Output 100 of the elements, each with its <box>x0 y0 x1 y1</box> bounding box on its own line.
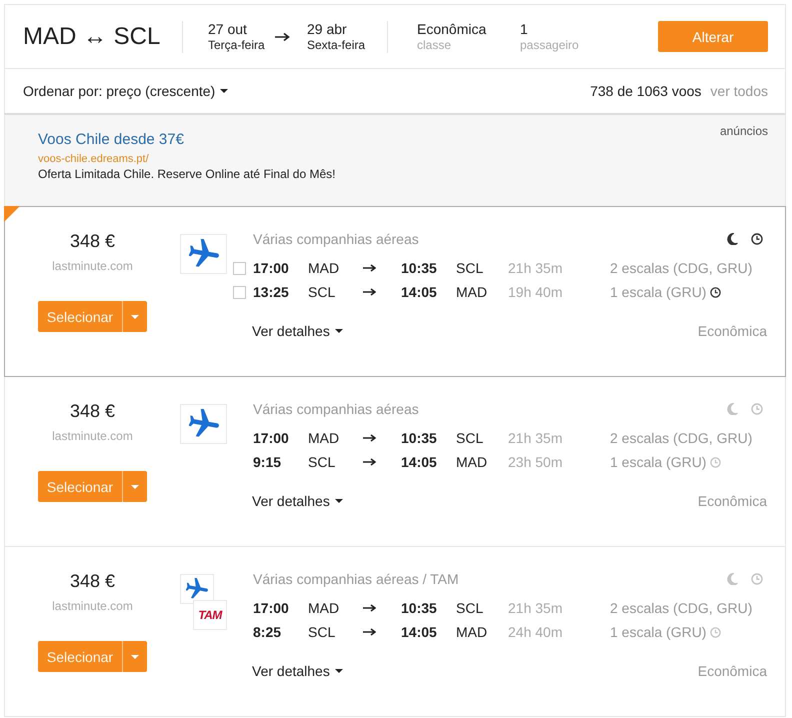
moon-icon <box>726 403 738 415</box>
origin-code: SCL <box>308 283 336 302</box>
flight-duration: 21h 35m <box>508 599 564 618</box>
show-all-link[interactable]: ver todos <box>710 83 768 99</box>
airplane-icon <box>180 404 227 444</box>
arrival-time: 10:35 <box>401 599 438 618</box>
arrow-icon <box>275 32 291 42</box>
arrow-icon <box>363 458 377 466</box>
flight-duration: 23h 50m <box>508 453 564 472</box>
airplane-icon <box>180 574 214 604</box>
departure-time: 17:00 <box>253 429 290 448</box>
arrival-time: 14:05 <box>401 623 438 642</box>
return-weekday: Sexta-feira <box>307 38 366 52</box>
cabin-class: Econômica <box>698 493 767 509</box>
origin-code: SCL <box>308 453 336 472</box>
departure-weekday: Terça-feira <box>208 38 266 52</box>
stops-info: 2 escalas (CDG, GRU) <box>610 599 752 618</box>
departure-time: 8:25 <box>253 623 282 642</box>
caret-icon <box>334 329 343 333</box>
destination-code: MAD <box>456 453 488 472</box>
destination-code: MAD <box>456 283 488 302</box>
arrow-icon <box>363 288 377 296</box>
caret-icon <box>131 314 139 318</box>
clock-icon <box>751 233 763 245</box>
provider-name: lastminute.com <box>52 428 133 444</box>
route-title: MAD ↔ SCL <box>23 22 162 50</box>
airline-name: Várias companhias aéreas / TAM <box>253 570 460 588</box>
caret-icon <box>131 654 139 658</box>
clock-icon <box>751 573 763 585</box>
passenger-label: passageiro <box>520 38 579 52</box>
details-link[interactable]: Ver detalhes <box>252 492 343 510</box>
passenger-count: 1 <box>520 20 529 38</box>
options-button[interactable] <box>123 301 147 332</box>
change-search-button[interactable]: Alterar <box>658 21 768 52</box>
departure-time: 13:25 <box>253 283 290 302</box>
stops-info: 2 escalas (CDG, GRU) <box>610 429 752 448</box>
leg-checkbox[interactable] <box>233 286 246 298</box>
price: 348 € <box>70 571 116 591</box>
clock-icon <box>751 403 763 415</box>
flight-count: 738 de 1063 voos <box>590 83 702 99</box>
ad-description: Oferta Limitada Chile. Reserve Online até Final do Mês! <box>38 167 336 182</box>
cabin-class: Econômica <box>698 323 767 339</box>
ad-label: anúncios <box>720 123 768 138</box>
arrow-icon <box>363 628 377 636</box>
origin-code: MAD <box>308 599 340 618</box>
select-button[interactable]: Selecionar <box>38 641 123 672</box>
cabin-label: classe <box>417 38 452 52</box>
arrow-icon <box>363 604 377 612</box>
airplane-icon <box>180 234 227 274</box>
select-button[interactable]: Selecionar <box>38 301 123 332</box>
caret-icon <box>334 669 343 673</box>
arrow-icon <box>363 264 377 272</box>
ad-url-link[interactable]: voos-chile.edreams.pt/ <box>38 152 149 166</box>
destination-code: SCL <box>456 429 484 448</box>
options-button[interactable] <box>123 471 147 502</box>
caret-icon <box>220 89 228 93</box>
moon-icon <box>726 573 738 585</box>
arrival-time: 10:35 <box>401 429 438 448</box>
stops-info: 1 escala (GRU) <box>610 623 706 642</box>
flight-duration: 21h 35m <box>508 429 564 448</box>
details-link[interactable]: Ver detalhes <box>252 662 343 680</box>
moon-icon <box>726 233 738 245</box>
ad-title-link[interactable]: Voos Chile desde 37€ <box>38 131 184 149</box>
provider-name: lastminute.com <box>52 258 133 274</box>
origin-code: MAD <box>308 259 340 278</box>
caret-icon <box>334 499 343 503</box>
caret-icon <box>131 484 139 488</box>
stops-info: 2 escalas (CDG, GRU) <box>610 259 752 278</box>
arrival-time: 14:05 <box>401 283 438 302</box>
arrow-icon <box>363 434 377 442</box>
flight-duration: 24h 40m <box>508 623 564 642</box>
stops-info: 1 escala (GRU) <box>610 453 706 472</box>
arrival-time: 14:05 <box>401 453 438 472</box>
corner-flag-icon <box>4 206 20 222</box>
options-button[interactable] <box>123 641 147 672</box>
sort-dropdown[interactable]: Ordenar por: preço (crescente) <box>23 83 228 99</box>
return-date: 29 abr <box>307 20 348 38</box>
arrival-time: 10:35 <box>401 259 438 278</box>
provider-name: lastminute.com <box>52 598 133 614</box>
airline-name: Várias companhias aéreas <box>253 400 420 418</box>
departure-time: 9:15 <box>253 453 282 472</box>
departure-date: 27 out <box>208 20 248 38</box>
origin-code: MAD <box>308 429 340 448</box>
flight-duration: 21h 35m <box>508 259 564 278</box>
details-link[interactable]: Ver detalhes <box>252 322 343 340</box>
destination-code: SCL <box>456 259 484 278</box>
stops-info: 1 escala (GRU) <box>610 283 706 302</box>
leg-checkbox[interactable] <box>233 262 246 274</box>
origin-code: SCL <box>308 623 336 642</box>
select-button[interactable]: Selecionar <box>38 471 123 502</box>
price: 348 € <box>70 231 116 251</box>
destination-code: MAD <box>456 623 488 642</box>
departure-time: 17:00 <box>253 259 290 278</box>
airline-logo: TAM <box>193 600 227 630</box>
destination-code: SCL <box>456 599 484 618</box>
price: 348 € <box>70 401 116 421</box>
flight-duration: 19h 40m <box>508 283 564 302</box>
departure-time: 17:00 <box>253 599 290 618</box>
airline-name: Várias companhias aéreas <box>253 230 420 248</box>
cabin-class: Econômica <box>698 663 767 679</box>
